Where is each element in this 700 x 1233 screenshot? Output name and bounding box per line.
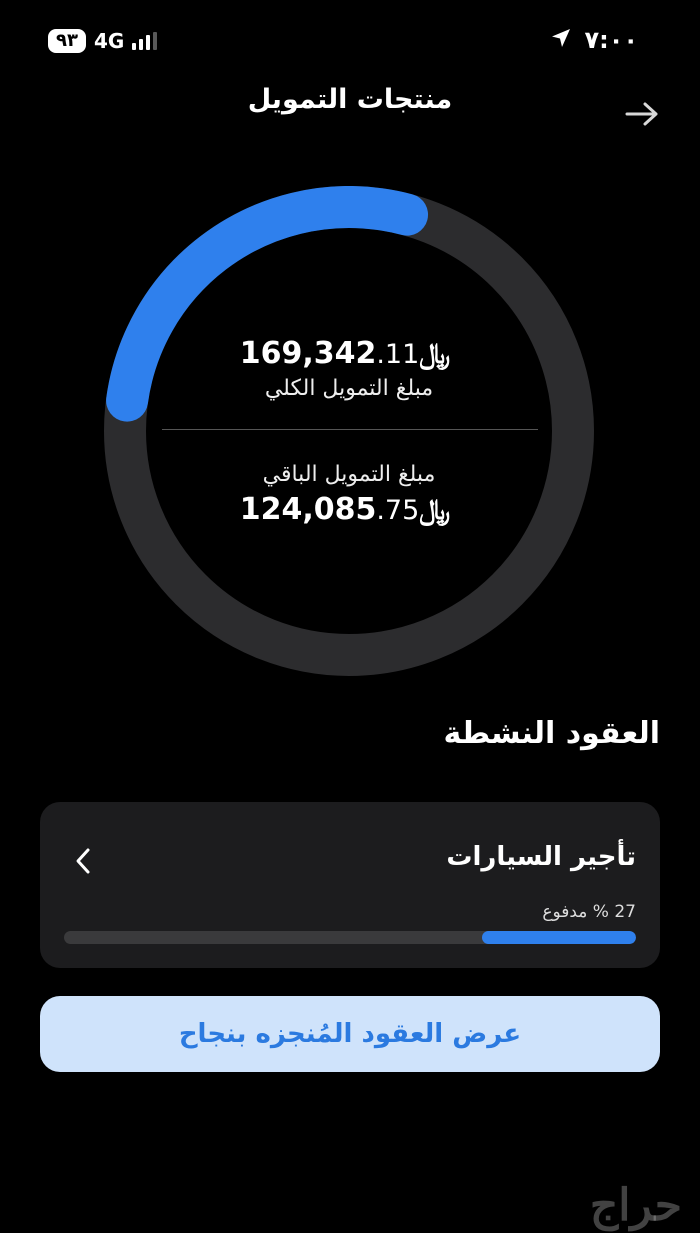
financing-ring-chart: ﷼ 169,342.11 مبلغ التمويل الكلي مبلغ التم… bbox=[104, 186, 594, 676]
total-amount-label: مبلغ التمويل الكلي bbox=[264, 376, 434, 401]
arrow-right-icon bbox=[624, 101, 660, 131]
signal-icon bbox=[132, 32, 158, 50]
status-left: ٩٣ 4G bbox=[48, 28, 158, 54]
haraj-watermark: حراج bbox=[589, 1180, 682, 1231]
currency-icon: ﷼ bbox=[419, 337, 451, 370]
remaining-amount-decimal: .75 bbox=[376, 495, 420, 526]
currency-icon: ﷼ bbox=[419, 493, 451, 526]
paid-progress-bar bbox=[64, 931, 636, 944]
total-amount-integer: 169,342 bbox=[239, 336, 377, 371]
chevron-left-icon bbox=[70, 844, 96, 878]
remaining-amount: ﷼ 124,085.75 bbox=[104, 492, 594, 527]
paid-progress-fill bbox=[481, 931, 636, 944]
remaining-amount-integer: 124,085 bbox=[239, 492, 377, 527]
status-time: ٧:٠٠ bbox=[584, 26, 638, 54]
contract-card[interactable]: تأجير السيارات 27 % مدفوع bbox=[40, 802, 660, 968]
status-bar: ٩٣ 4G ٧:٠٠ bbox=[0, 0, 700, 80]
location-arrow-icon bbox=[550, 27, 572, 53]
ring-divider bbox=[162, 429, 538, 430]
active-contracts-title: العقود النشطة bbox=[443, 716, 660, 751]
view-completed-contracts-button[interactable]: عرض العقود المُنجزه بنجاح bbox=[40, 996, 660, 1072]
total-amount-decimal: .11 bbox=[376, 339, 420, 370]
paid-percentage: 27 % مدفوع bbox=[542, 902, 636, 922]
contract-name: تأجير السيارات bbox=[446, 842, 636, 872]
status-right: ٧:٠٠ bbox=[550, 26, 638, 54]
remaining-amount-label: مبلغ التمويل الباقي bbox=[262, 462, 436, 487]
screen: ٩٣ 4G ٧:٠٠ منتجات التمويل ﷼169,342.11 مب… bbox=[0, 0, 700, 1233]
total-amount: ﷼ 169,342.11 bbox=[104, 336, 594, 371]
page-title: منتجات التمويل bbox=[247, 84, 453, 115]
ring-center: ﷼ 169,342.11 مبلغ التمويل الكلي مبلغ التم… bbox=[104, 186, 594, 676]
network-label: 4G bbox=[93, 29, 125, 53]
back-button[interactable] bbox=[620, 96, 664, 136]
battery-indicator: ٩٣ bbox=[48, 29, 86, 53]
